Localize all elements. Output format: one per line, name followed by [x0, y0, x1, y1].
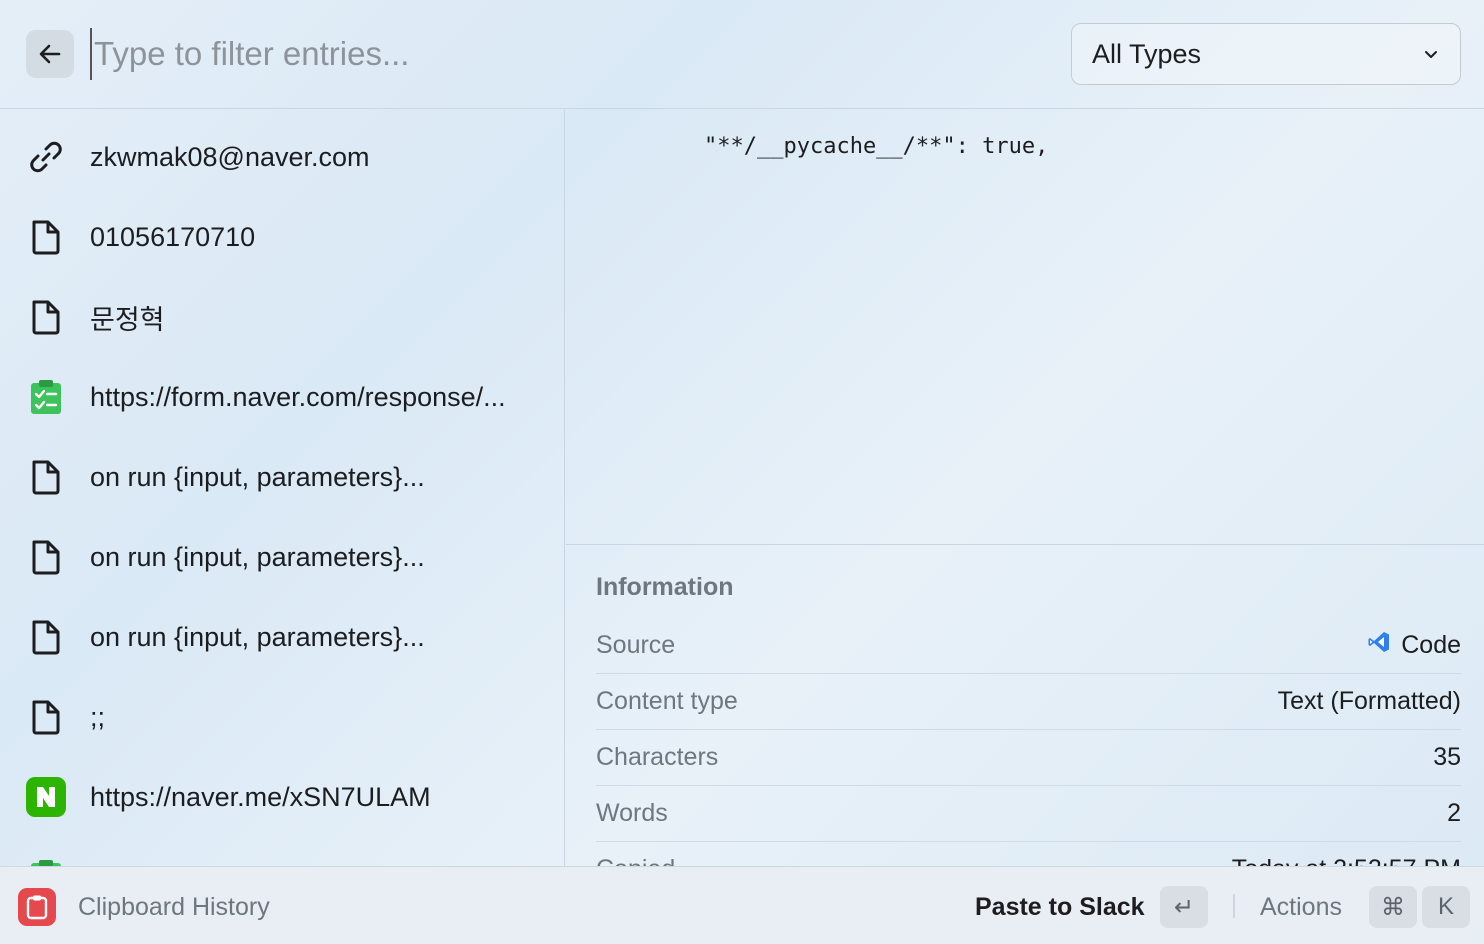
list-item[interactable]: 01056170710 — [0, 197, 564, 277]
vscode-icon — [1367, 630, 1391, 661]
document-icon — [26, 217, 66, 257]
information-title: Information — [596, 573, 734, 601]
list-item[interactable]: zkwmak08@naver.com — [0, 117, 564, 197]
list-item[interactable]: on run {input, parameters}... — [0, 517, 564, 597]
chevron-down-icon — [1422, 45, 1440, 63]
entry-label: https://form.naver.com/response/... — [90, 381, 506, 412]
entry-label: 문정혁 — [90, 304, 165, 335]
info-key: Copied — [596, 855, 675, 866]
info-value: Code — [1401, 631, 1461, 659]
entry-label: 01056170710 — [90, 221, 256, 252]
entry-list: zkwmak08@naver.com 01056170710 문정혁 https… — [0, 110, 565, 866]
list-item[interactable]: on run {input, parameters}... — [0, 437, 564, 517]
info-row-characters: Characters 35 — [596, 730, 1461, 786]
info-key: Content type — [596, 687, 738, 715]
type-filter-dropdown[interactable]: All Types — [1071, 23, 1461, 85]
info-row-copied: Copied Today at 2:52:57 PM — [596, 842, 1461, 866]
preview-content: "**/__pycache__/**": true, — [704, 134, 1049, 159]
info-value: Text (Formatted) — [1277, 687, 1461, 715]
list-item[interactable]: 문정혁 — [0, 277, 564, 357]
info-key: Characters — [596, 743, 719, 771]
arrow-left-icon — [39, 44, 61, 64]
back-button[interactable] — [26, 30, 74, 78]
info-value: Today at 2:52:57 PM — [1232, 855, 1461, 866]
document-icon — [26, 537, 66, 577]
info-row-source: Source Code — [596, 618, 1461, 674]
action-bar: Clipboard History Paste to Slack ↵ Actio… — [0, 866, 1484, 944]
info-key: Source — [596, 631, 676, 659]
search-bar: All Types — [0, 0, 1484, 109]
entry-label: on run {input, parameters}... — [90, 461, 425, 492]
document-icon — [26, 617, 66, 657]
actions-button[interactable]: Actions — [1260, 893, 1342, 922]
entry-label: zkwmak08@naver.com — [90, 141, 370, 172]
search-input[interactable] — [90, 28, 1030, 80]
entry-label: https://naver.me/xSN7ULAM — [90, 781, 431, 812]
info-key: Words — [596, 799, 668, 827]
list-item[interactable]: ;; — [0, 677, 564, 757]
divider — [1233, 894, 1235, 918]
entry-label: ;; — [90, 701, 106, 732]
list-item[interactable]: on run {input, parameters}... — [0, 597, 564, 677]
document-icon — [26, 697, 66, 737]
list-item[interactable]: https://form.naver.com/response/... — [0, 357, 564, 437]
document-icon — [26, 297, 66, 337]
paste-to-slack-button[interactable]: Paste to Slack — [975, 893, 1145, 922]
info-row-words: Words 2 — [596, 786, 1461, 842]
naver-form-icon — [26, 857, 66, 866]
preview-pane: "**/__pycache__/**": true, — [566, 110, 1484, 545]
link-icon — [26, 137, 66, 177]
info-value: 35 — [1433, 743, 1461, 771]
enter-key-badge[interactable]: ↵ — [1160, 886, 1208, 928]
info-value: 2 — [1447, 799, 1461, 827]
document-icon — [26, 457, 66, 497]
k-key-badge[interactable]: K — [1422, 886, 1470, 928]
list-item[interactable] — [0, 837, 564, 866]
information-panel: Information Source Code Content type Tex… — [566, 546, 1484, 866]
naver-form-icon — [26, 377, 66, 417]
type-filter-value: All Types — [1092, 38, 1202, 69]
app-title: Clipboard History — [78, 893, 270, 921]
entry-label: on run {input, parameters}... — [90, 541, 425, 572]
clipboard-icon — [18, 888, 56, 926]
cmd-key-badge[interactable]: ⌘ — [1369, 886, 1417, 928]
naver-icon — [26, 777, 66, 817]
list-item[interactable]: https://naver.me/xSN7ULAM — [0, 757, 564, 837]
entry-label: on run {input, parameters}... — [90, 621, 425, 652]
info-row-content-type: Content type Text (Formatted) — [596, 674, 1461, 730]
clipboard-history-window: All Types zkwmak08@naver.com — [0, 0, 1484, 944]
